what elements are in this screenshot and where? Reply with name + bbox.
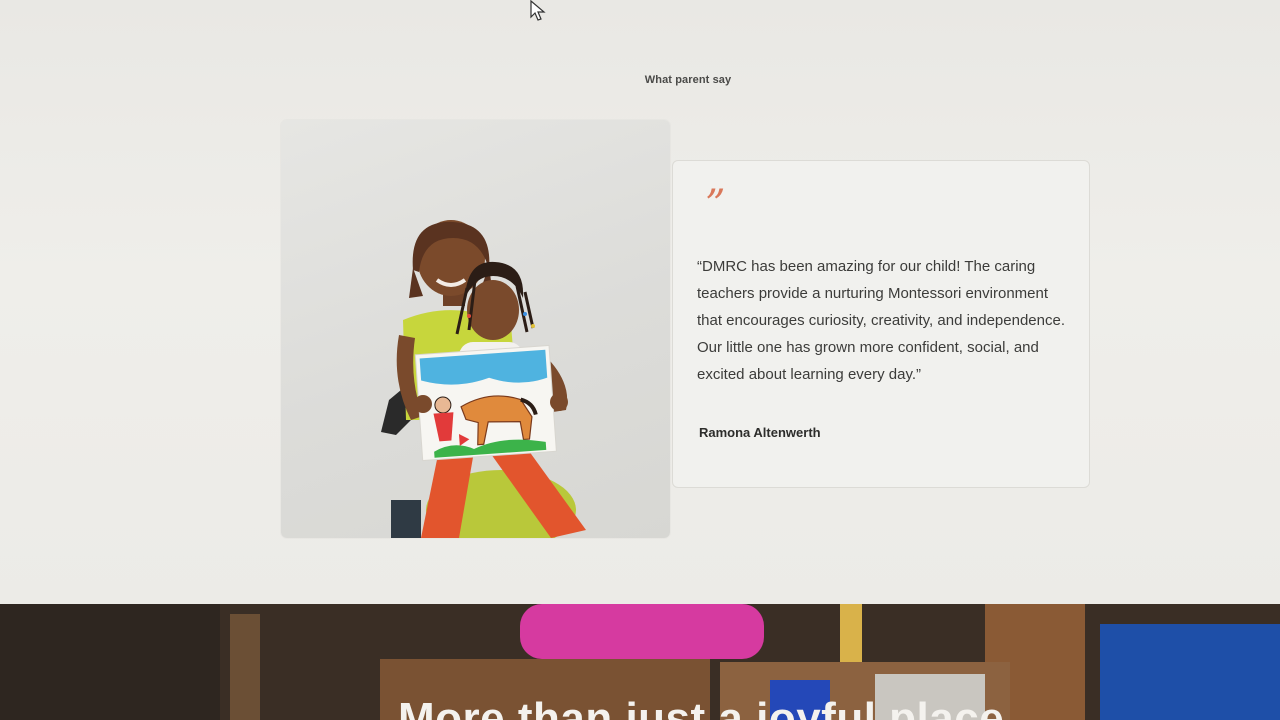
testimonial-photo — [281, 120, 670, 538]
parent-and-child-photo-icon — [381, 220, 586, 538]
testimonial-quote: “DMRC has been amazing for our child! Th… — [697, 258, 1065, 383]
hero-banner: More than just a joyful place — [0, 604, 1280, 720]
page: What parent say ” “DMRC has been amazing… — [0, 0, 1280, 720]
testimonial-author: Ramona Altenwerth — [699, 425, 821, 440]
mouse-cursor-icon — [530, 0, 546, 21]
section-heading: What parent say — [644, 74, 732, 86]
testimonial-section: What parent say ” “DMRC has been amazing… — [0, 0, 1280, 610]
testimonial-card: ” “DMRC has been amazing for our child! … — [672, 160, 1090, 488]
quote-mark-icon: ” — [705, 182, 726, 228]
banner-title: More than just a joyful place — [398, 694, 1005, 720]
